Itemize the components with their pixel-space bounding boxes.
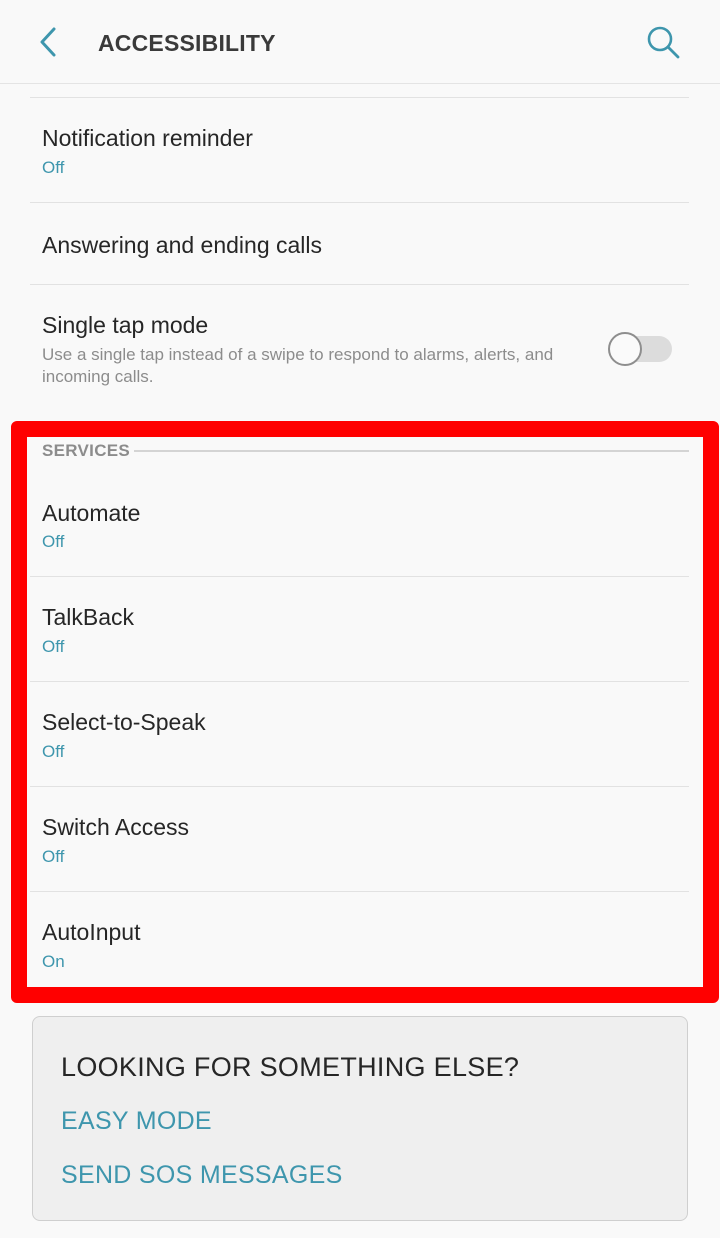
- service-item-talkback[interactable]: TalkBack Off: [30, 577, 690, 681]
- item-title: Notification reminder: [42, 125, 253, 151]
- item-status: Off: [42, 158, 65, 177]
- single-tap-mode-item[interactable]: Single tap mode Use a single tap instead…: [30, 285, 690, 415]
- chevron-left-icon: [40, 27, 56, 57]
- item-description: Use a single tap instead of a swipe to r…: [42, 345, 554, 386]
- item-title: Select-to-Speak: [42, 709, 206, 735]
- service-item-switch-access[interactable]: Switch Access Off: [30, 787, 690, 891]
- item-title: AutoInput: [42, 919, 141, 945]
- search-icon: [647, 26, 680, 59]
- back-button[interactable]: [28, 22, 68, 62]
- toggle-thumb: [608, 332, 642, 366]
- screen: ACCESSIBILITY Notification reminder Off …: [0, 0, 720, 1238]
- item-title: TalkBack: [42, 604, 135, 630]
- section-divider: [134, 450, 689, 452]
- item-status: Off: [42, 847, 65, 866]
- single-tap-mode-toggle[interactable]: [608, 332, 672, 366]
- item-title: Switch Access: [42, 814, 189, 840]
- easy-mode-link[interactable]: EASY MODE: [61, 1106, 212, 1136]
- service-item-select-to-speak[interactable]: Select-to-Speak Off: [30, 682, 690, 786]
- service-item-autoinput[interactable]: AutoInput On: [30, 892, 690, 992]
- item-title: Single tap mode: [42, 312, 209, 338]
- suggestions-card: LOOKING FOR SOMETHING ELSE? EASY MODE SE…: [32, 1016, 688, 1221]
- service-item-automate[interactable]: Automate Off: [30, 471, 690, 576]
- section-header-services: SERVICES: [42, 441, 131, 460]
- send-sos-messages-link[interactable]: SEND SOS MESSAGES: [61, 1160, 343, 1190]
- item-status: On: [42, 952, 65, 971]
- item-status: Off: [42, 637, 65, 656]
- answering-ending-calls-item[interactable]: Answering and ending calls: [30, 203, 690, 284]
- page-title: ACCESSIBILITY: [98, 30, 276, 56]
- search-button[interactable]: [643, 22, 683, 62]
- item-title: Automate: [42, 500, 141, 526]
- card-title: LOOKING FOR SOMETHING ELSE?: [61, 1052, 520, 1082]
- item-title: Answering and ending calls: [42, 232, 323, 258]
- item-status: Off: [42, 532, 65, 551]
- item-status: Off: [42, 742, 65, 761]
- app-bar: ACCESSIBILITY: [0, 0, 720, 84]
- notification-reminder-item[interactable]: Notification reminder Off: [30, 98, 690, 202]
